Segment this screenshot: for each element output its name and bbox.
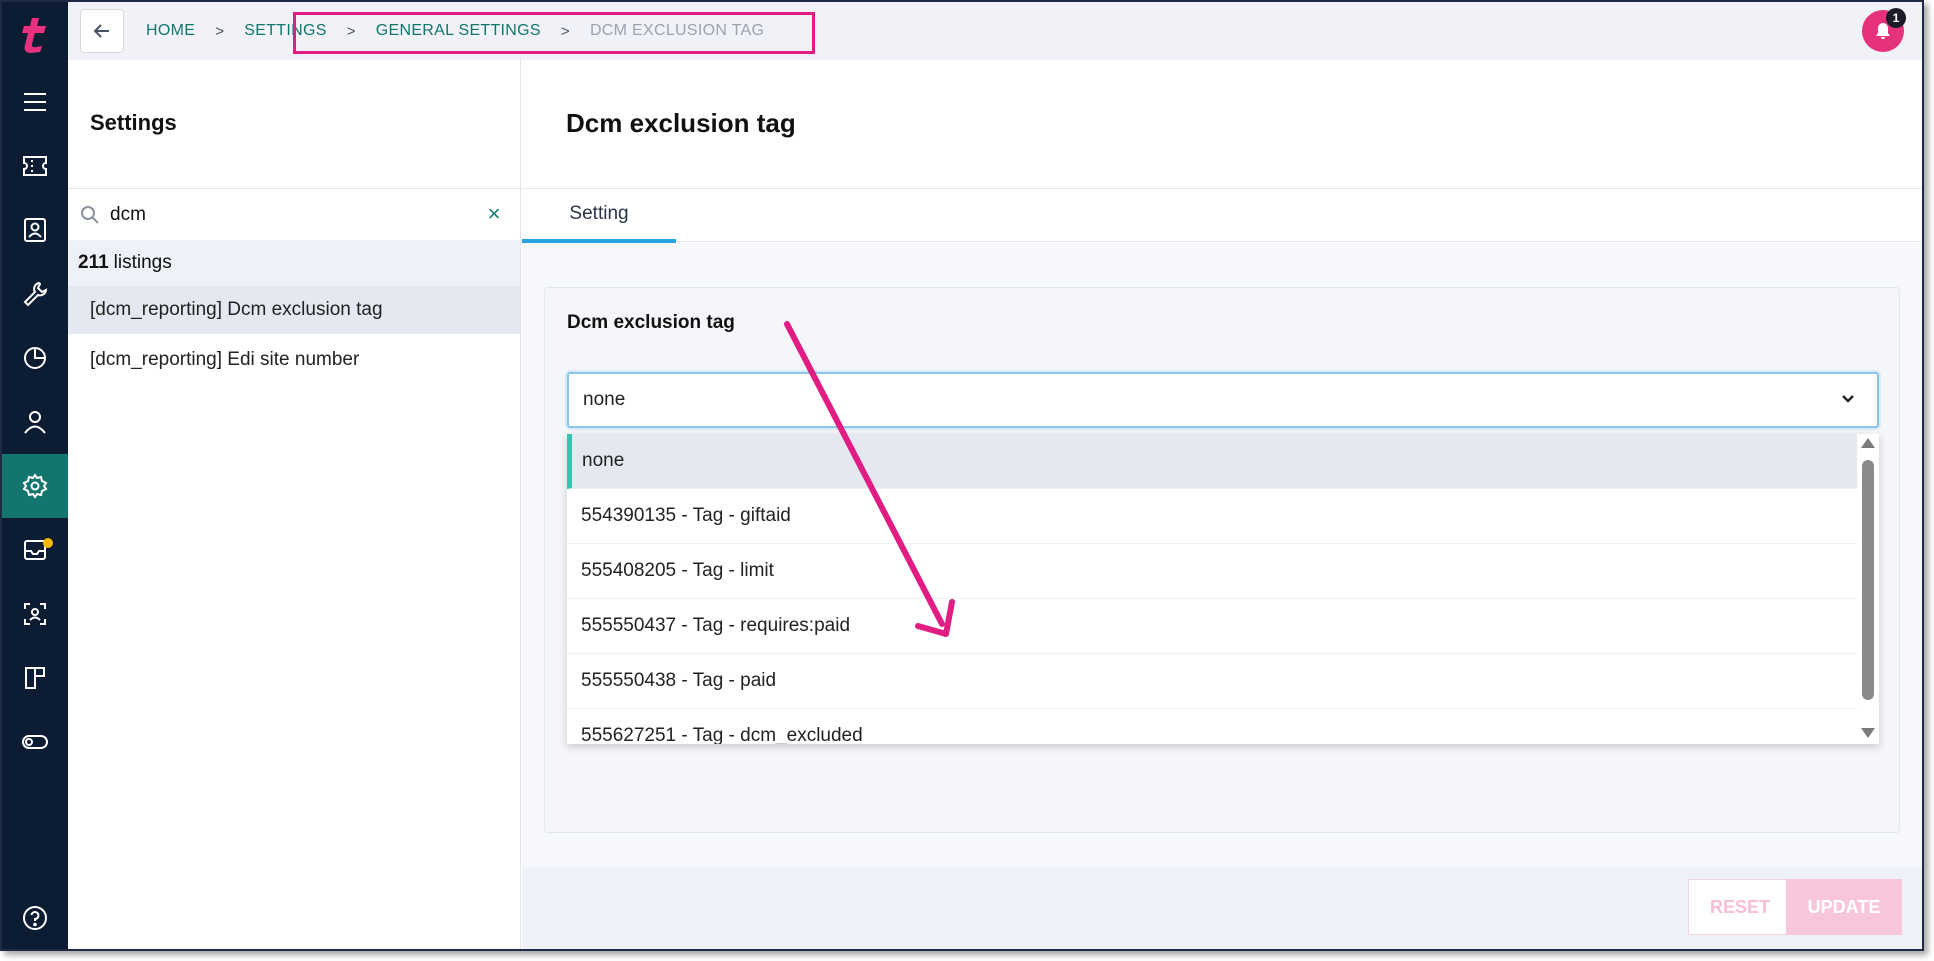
ticket-icon[interactable] bbox=[2, 134, 68, 198]
scroll-down-arrow-icon[interactable] bbox=[1861, 728, 1875, 738]
notification-count-badge: 1 bbox=[1886, 8, 1906, 28]
inbox-unread-dot bbox=[43, 538, 53, 548]
board-icon[interactable] bbox=[2, 646, 68, 710]
arrow-left-icon bbox=[93, 24, 109, 38]
page-title: Dcm exclusion tag bbox=[566, 108, 796, 138]
chevron-right-icon: > bbox=[215, 22, 225, 40]
dropdown-option[interactable]: 554390135 - Tag - giftaid bbox=[567, 489, 1857, 544]
listing-item-label: [dcm_reporting] Edi site number bbox=[90, 349, 360, 370]
app-logo-icon[interactable] bbox=[2, 2, 68, 68]
listing-item[interactable]: [dcm_reporting] Edi site number bbox=[68, 336, 520, 384]
action-footer: RESET UPDATE bbox=[522, 867, 1922, 949]
dropdown-option[interactable]: none bbox=[567, 434, 1857, 489]
user-icon[interactable] bbox=[2, 390, 68, 454]
dropdown-option[interactable]: 555550437 - Tag - requires:paid bbox=[567, 599, 1857, 654]
top-bar: HOME > SETTINGS > GENERAL SETTINGS > DCM… bbox=[68, 2, 1922, 60]
menu-icon[interactable] bbox=[2, 70, 68, 134]
back-button[interactable] bbox=[80, 9, 124, 53]
settings-search-input[interactable] bbox=[110, 201, 450, 229]
dropdown-scrollbar[interactable] bbox=[1857, 434, 1879, 744]
notifications-button[interactable]: 1 bbox=[1862, 8, 1906, 52]
pie-chart-icon[interactable] bbox=[2, 326, 68, 390]
annotation-highlight-box bbox=[293, 12, 815, 54]
select-dropdown-list: none 554390135 - Tag - giftaid 555408205… bbox=[567, 434, 1879, 744]
contact-card-icon[interactable] bbox=[2, 198, 68, 262]
breadcrumb-home[interactable]: HOME bbox=[146, 22, 195, 40]
content-area: Dcm exclusion tag none none 554390135 - … bbox=[522, 243, 1922, 867]
settings-panel: Settings × 211 listings [dcm_reporting] … bbox=[68, 60, 521, 949]
settings-search: × bbox=[68, 188, 520, 240]
listing-item-label: [dcm_reporting] Dcm exclusion tag bbox=[90, 299, 383, 320]
toggle-icon[interactable] bbox=[2, 710, 68, 774]
settings-gear-icon[interactable] bbox=[2, 454, 68, 518]
setting-card: Dcm exclusion tag none none 554390135 - … bbox=[544, 287, 1900, 833]
inbox-icon[interactable] bbox=[2, 518, 68, 582]
main-content: Dcm exclusion tag Setting Dcm exclusion … bbox=[522, 60, 1922, 949]
clear-search-icon[interactable]: × bbox=[484, 203, 504, 225]
face-scan-icon[interactable] bbox=[2, 582, 68, 646]
help-icon[interactable] bbox=[2, 886, 68, 949]
listing-count: 211 listings bbox=[68, 240, 520, 286]
dropdown-option[interactable]: 555627251 - Tag - dcm_excluded bbox=[567, 709, 1857, 744]
dropdown-option[interactable]: 555550438 - Tag - paid bbox=[567, 654, 1857, 709]
update-button[interactable]: UPDATE bbox=[1786, 879, 1902, 935]
tab-setting[interactable]: Setting bbox=[522, 189, 676, 243]
select-value: none bbox=[583, 389, 626, 410]
scroll-up-arrow-icon[interactable] bbox=[1861, 438, 1875, 448]
listing-count-number: 211 bbox=[78, 252, 109, 273]
field-label: Dcm exclusion tag bbox=[567, 312, 735, 333]
scrollbar-thumb[interactable] bbox=[1862, 460, 1874, 700]
dropdown-option[interactable]: 555408205 - Tag - limit bbox=[567, 544, 1857, 599]
tab-bar: Setting bbox=[522, 188, 1922, 243]
wrench-icon[interactable] bbox=[2, 262, 68, 326]
listing-count-label: listings bbox=[113, 252, 172, 273]
listing-item[interactable]: [dcm_reporting] Dcm exclusion tag bbox=[68, 286, 520, 334]
left-nav bbox=[2, 2, 68, 949]
search-icon bbox=[80, 205, 100, 225]
app-window: HOME > SETTINGS > GENERAL SETTINGS > DCM… bbox=[0, 0, 1924, 951]
reset-button[interactable]: RESET bbox=[1688, 879, 1792, 935]
chevron-down-icon bbox=[1839, 390, 1859, 410]
dcm-exclusion-tag-select[interactable]: none bbox=[567, 372, 1879, 428]
settings-panel-title: Settings bbox=[90, 110, 177, 135]
